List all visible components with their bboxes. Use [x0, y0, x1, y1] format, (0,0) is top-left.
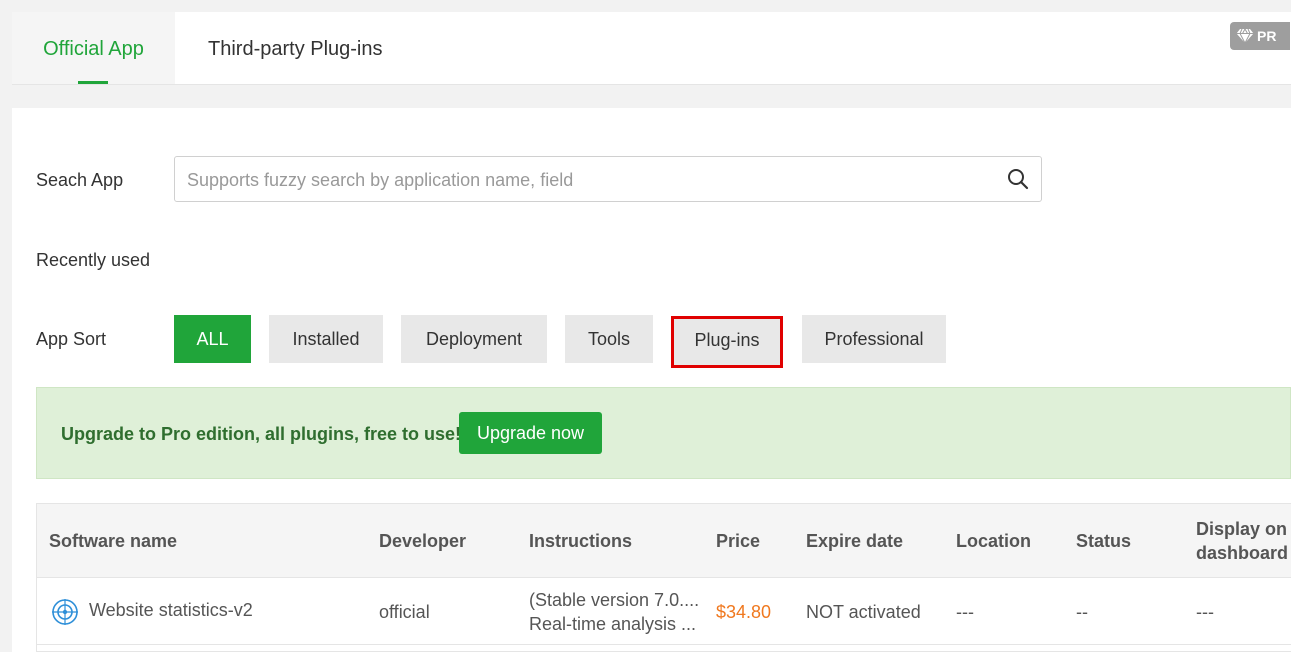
top-tab-bar: Official App Third-party Plug-ins — [12, 12, 1291, 85]
search-box — [174, 156, 1042, 203]
search-icon[interactable] — [1007, 168, 1029, 190]
tab-third-party-plugins-label: Third-party Plug-ins — [208, 38, 383, 60]
software-name[interactable]: Website statistics-v2 — [89, 598, 253, 622]
location: --- — [956, 602, 974, 622]
price: $34.80 — [716, 602, 772, 622]
sort-deployment-button[interactable]: Deployment — [401, 315, 547, 363]
tab-official-app-label: Official App — [43, 38, 144, 60]
header-location: Location — [956, 531, 1031, 551]
upgrade-banner: Upgrade to Pro edition, all plugins, fre… — [36, 387, 1291, 479]
recently-used-label: Recently used — [36, 250, 151, 270]
app-store-panel: Seach App Recently used App Sort ALL Ins… — [12, 108, 1291, 652]
display-on-dashboard: --- — [1196, 602, 1214, 622]
pro-badge-label: PR — [1257, 28, 1277, 44]
active-tab-indicator — [78, 81, 108, 84]
header-status: Status — [1076, 531, 1132, 551]
sort-tools-button[interactable]: Tools — [565, 315, 653, 363]
status: -- — [1076, 602, 1088, 622]
table-row: Website statistics-v2 official (Stable v… — [37, 578, 1291, 645]
sort-all-button[interactable]: ALL — [174, 315, 251, 363]
instructions-line1: (Stable version 7.0.... — [529, 590, 700, 610]
header-display-line2: dashboard — [1196, 543, 1289, 563]
software-table: Software name Developer Instructions Pri… — [36, 503, 1291, 652]
sort-professional-button[interactable]: Professional — [802, 315, 946, 363]
app-sort-label: App Sort — [36, 329, 107, 349]
search-input[interactable] — [185, 157, 989, 203]
header-software-name[interactable]: Software name — [49, 529, 177, 553]
header-developer: Developer — [379, 531, 467, 551]
expire-date: NOT activated — [806, 602, 921, 622]
tab-third-party-plugins[interactable]: Third-party Plug-ins — [208, 12, 383, 84]
header-price[interactable]: Price — [716, 529, 760, 553]
developer: official — [379, 602, 430, 622]
diamond-icon — [1236, 28, 1254, 44]
sort-plugins-button[interactable]: Plug-ins — [671, 316, 783, 368]
header-expire-date[interactable]: Expire date — [806, 529, 903, 553]
sort-installed-button[interactable]: Installed — [269, 315, 383, 363]
header-instructions: Instructions — [529, 531, 633, 551]
header-display-on-dashboard: Display on dashboard — [1196, 517, 1288, 565]
upgrade-now-button[interactable]: Upgrade now — [459, 412, 602, 454]
website-statistics-icon — [52, 599, 78, 625]
table-header: Software name Developer Instructions Pri… — [37, 504, 1291, 578]
upgrade-message: Upgrade to Pro edition, all plugins, fre… — [61, 424, 462, 444]
instructions-line2: Real-time analysis ... — [529, 614, 697, 634]
pro-badge[interactable]: PR — [1230, 22, 1290, 50]
header-display-line1: Display on — [1196, 519, 1288, 539]
search-label: Seach App — [36, 170, 124, 190]
tab-official-app[interactable]: Official App — [12, 12, 175, 84]
instructions: (Stable version 7.0.... Real-time analys… — [529, 588, 699, 636]
